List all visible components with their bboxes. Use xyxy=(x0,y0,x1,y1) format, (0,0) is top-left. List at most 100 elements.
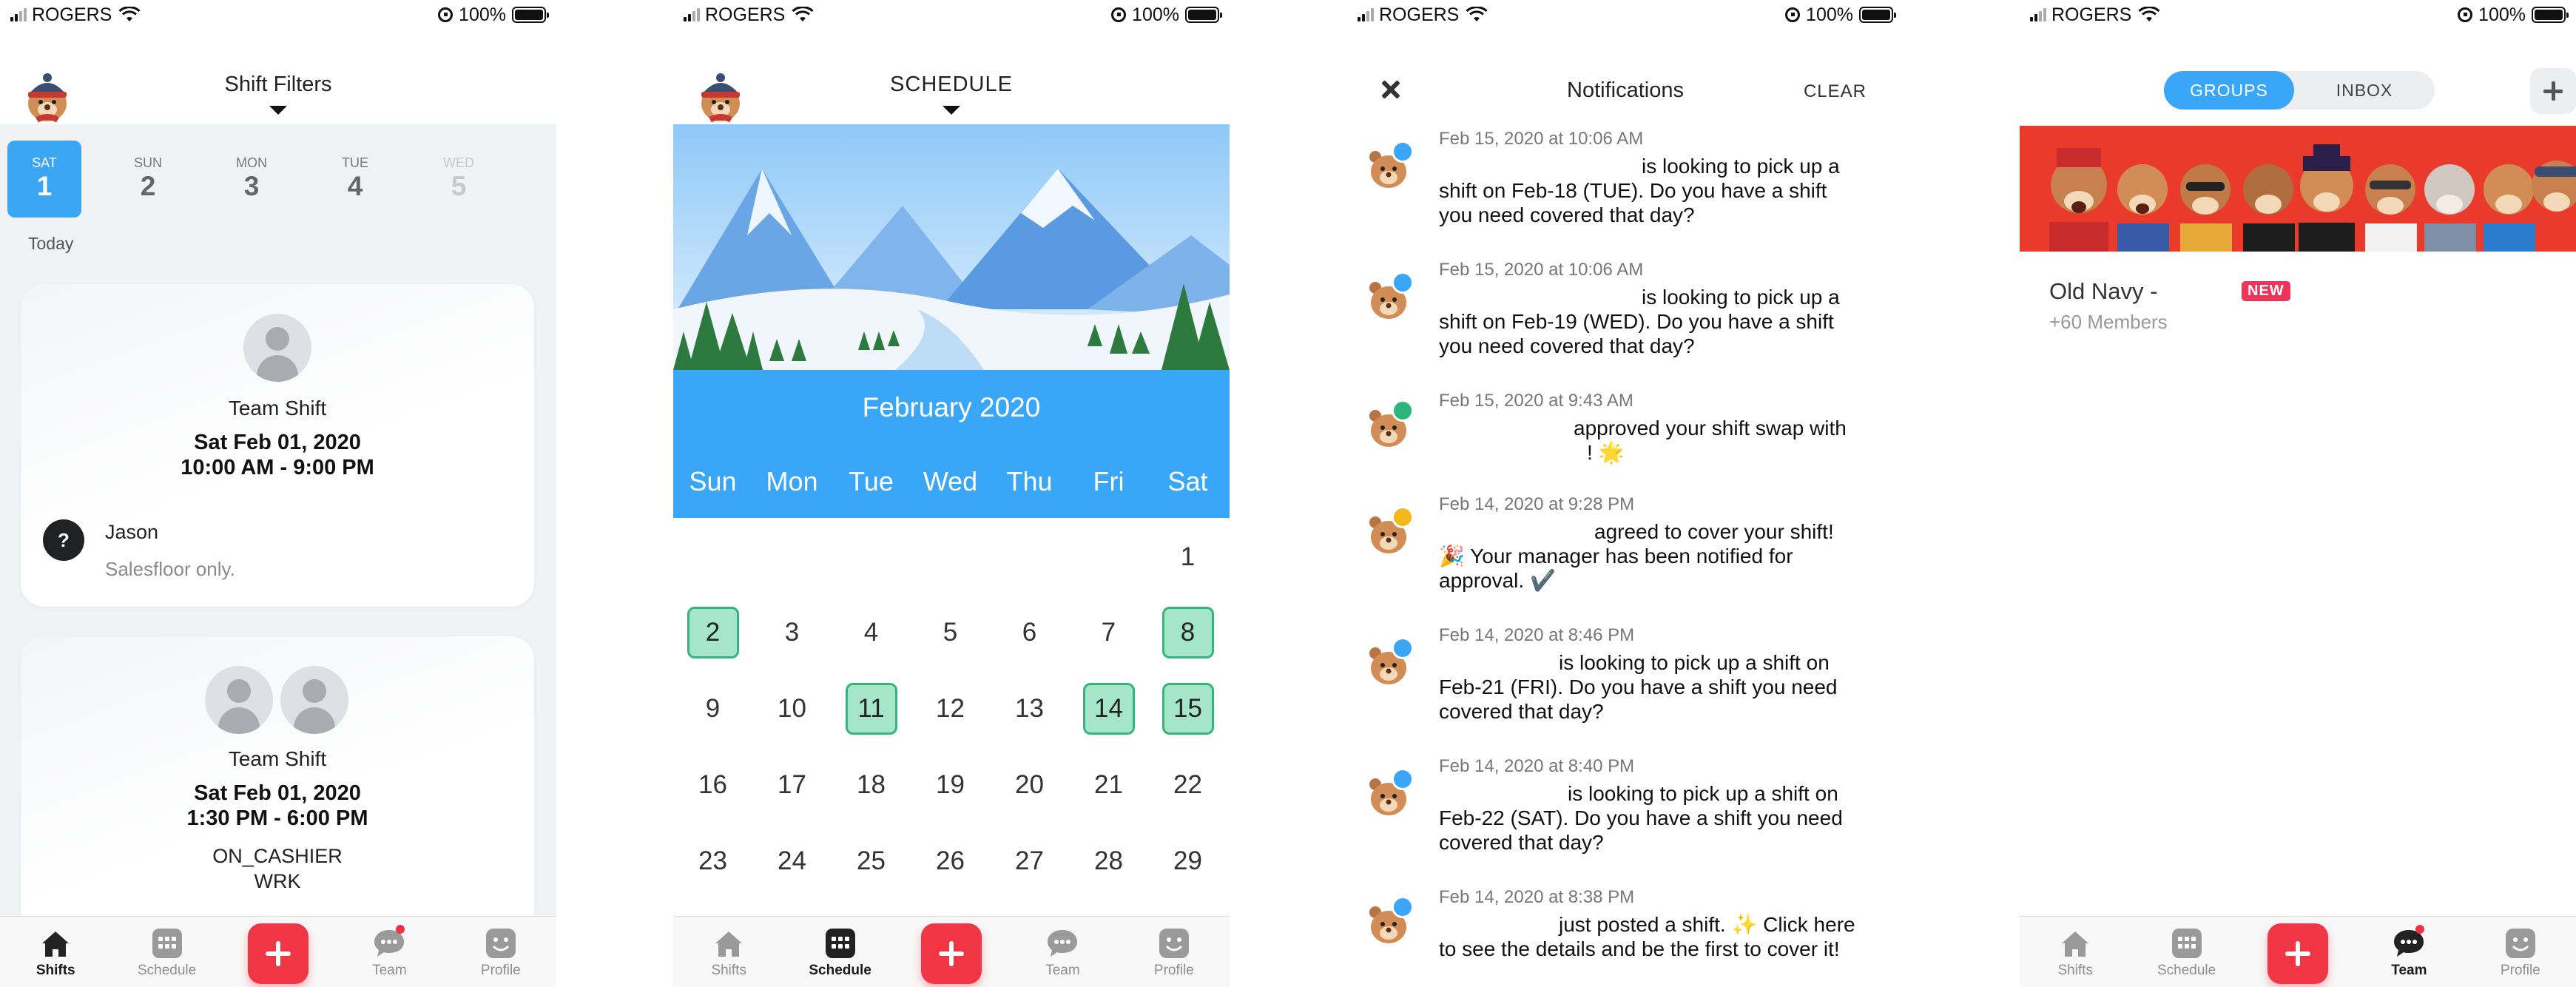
tab-profile[interactable]: Profile xyxy=(1119,917,1230,987)
calendar-day[interactable]: 18 xyxy=(832,759,911,811)
battery-icon xyxy=(512,7,549,23)
notification-item[interactable]: Feb 15, 2020 at 9:43 AM approved your sh… xyxy=(1347,391,1904,494)
tab-add[interactable] xyxy=(223,917,334,987)
calendar-day[interactable]: 1 xyxy=(1148,531,1227,583)
tab-add[interactable] xyxy=(896,917,1007,987)
home-icon xyxy=(42,932,70,957)
wifi-icon xyxy=(792,7,814,21)
notification-item[interactable]: Feb 14, 2020 at 8:40 PM is looking to pi… xyxy=(1347,756,1904,882)
bear-avatar-icon xyxy=(1365,896,1414,948)
calendar-day[interactable]: 17 xyxy=(752,759,832,811)
page-title[interactable]: Shift Filters xyxy=(0,73,556,97)
shift-type: Team Shift xyxy=(228,747,327,770)
add-group-button[interactable] xyxy=(2530,68,2576,114)
bear-avatar-icon xyxy=(1365,506,1414,558)
calendar-day-with-shift[interactable]: 8 xyxy=(1148,607,1227,658)
bear-avatar-icon xyxy=(1365,400,1414,451)
signal-icon xyxy=(2030,8,2046,21)
calendar-day[interactable]: 25 xyxy=(832,835,911,887)
tab-team[interactable]: Team xyxy=(1007,917,1118,987)
tab-shifts[interactable]: Shifts xyxy=(0,917,111,987)
calendar-day-with-shift[interactable]: 2 xyxy=(673,607,752,658)
carrier-label: ROGERS xyxy=(32,4,112,25)
group-banner-image[interactable] xyxy=(2020,126,2576,252)
calendar-day[interactable]: 24 xyxy=(752,835,832,887)
calendar-day[interactable]: 3 xyxy=(752,607,832,658)
notification-item[interactable]: Feb 14, 2020 at 8:46 PM is looking to pi… xyxy=(1347,625,1904,751)
date-mon-3[interactable]: MON 3 xyxy=(215,141,289,218)
calendar-day[interactable]: 26 xyxy=(911,835,990,887)
add-shift-button[interactable] xyxy=(2268,923,2329,984)
tab-profile[interactable]: Profile xyxy=(445,917,556,987)
status-bar: ROGERS 100% xyxy=(1347,0,1904,30)
weekday-label: Wed xyxy=(923,466,978,496)
calendar-day[interactable]: 22 xyxy=(1148,759,1227,811)
calendar-day[interactable]: 28 xyxy=(1069,835,1148,887)
date-strip: SAT 1 SUN 2 MON 3 TUE 4 WED 5 xyxy=(0,141,556,229)
date-tue-4[interactable]: TUE 4 xyxy=(318,141,392,218)
notification-item[interactable]: Feb 15, 2020 at 10:06 AM is looking to p… xyxy=(1347,129,1904,255)
calendar-day[interactable]: 7 xyxy=(1069,607,1148,658)
chat-badge-icon xyxy=(1392,272,1414,294)
tab-groups[interactable]: GROUPS xyxy=(2164,71,2294,110)
tab-schedule[interactable]: Schedule xyxy=(784,917,895,987)
calendar-day[interactable]: 9 xyxy=(673,683,752,735)
battery-percent: 100% xyxy=(1806,4,1853,25)
carrier-label: ROGERS xyxy=(1379,4,1460,25)
calendar-day[interactable]: 6 xyxy=(990,607,1069,658)
tab-inbox[interactable]: INBOX xyxy=(2294,71,2435,110)
calendar-day[interactable]: 4 xyxy=(832,607,911,658)
date-sun-2[interactable]: SUN 2 xyxy=(111,141,185,218)
calendar-day[interactable]: 12 xyxy=(911,683,990,735)
shift-card[interactable]: Team Shift Sat Feb 01, 2020 10:00 AM - 9… xyxy=(21,284,534,607)
calendar-day[interactable]: 5 xyxy=(911,607,990,658)
tab-team[interactable]: Team xyxy=(334,917,445,987)
shift-time: 10:00 AM - 9:00 PM xyxy=(181,456,374,479)
calendar-day[interactable]: 29 xyxy=(1148,835,1227,887)
notification-text: approved your shift swap with ! 🌟 xyxy=(1574,417,1847,464)
calendar-day[interactable]: 21 xyxy=(1069,759,1148,811)
calendar-day[interactable]: 20 xyxy=(990,759,1069,811)
weekday-label: Tue xyxy=(849,466,894,496)
calendar-day-with-shift[interactable]: 11 xyxy=(832,683,911,735)
clear-button[interactable]: CLEAR xyxy=(1804,81,1867,102)
notification-item[interactable]: Feb 14, 2020 at 8:38 PM just posted a sh… xyxy=(1347,887,1904,987)
calendar-day[interactable]: 10 xyxy=(752,683,832,735)
calendar-day[interactable]: 27 xyxy=(990,835,1069,887)
shift-date: Sat Feb 01, 2020 xyxy=(194,431,361,454)
shift-time: 1:30 PM - 6:00 PM xyxy=(186,806,368,830)
bear-avatar-icon xyxy=(1365,637,1414,689)
notification-text: is looking to pick up a shift on Feb-22 … xyxy=(1439,782,1843,854)
page-title[interactable]: SCHEDULE xyxy=(673,73,1230,97)
alert-badge-icon xyxy=(1392,506,1414,528)
calendar-day[interactable]: 13 xyxy=(990,683,1069,735)
tab-shifts[interactable]: Shifts xyxy=(2020,917,2131,987)
tab-shifts[interactable]: Shifts xyxy=(673,917,784,987)
calendar-day[interactable]: 19 xyxy=(911,759,990,811)
add-shift-button[interactable] xyxy=(248,923,309,984)
date-sat-1[interactable]: SAT 1 xyxy=(7,141,81,218)
notification-time: Feb 14, 2020 at 8:40 PM xyxy=(1439,756,1635,776)
tab-schedule[interactable]: Schedule xyxy=(111,917,222,987)
chat-badge-icon xyxy=(1392,896,1414,918)
tab-profile[interactable]: Profile xyxy=(2465,917,2576,987)
tab-add[interactable] xyxy=(2242,917,2353,987)
notification-text: agreed to cover your shift! 🎉 Your manag… xyxy=(1439,520,1834,592)
chevron-down-icon[interactable] xyxy=(943,106,960,115)
chevron-down-icon[interactable] xyxy=(269,106,287,115)
wifi-icon xyxy=(1466,7,1488,21)
calendar-day-with-shift[interactable]: 14 xyxy=(1069,683,1148,735)
notification-item[interactable]: Feb 14, 2020 at 9:28 PM agreed to cover … xyxy=(1347,494,1904,620)
date-wed-5[interactable]: WED 5 xyxy=(422,141,496,218)
calendar-day[interactable]: 16 xyxy=(673,759,752,811)
shift-card[interactable]: Team Shift Sat Feb 01, 2020 1:30 PM - 6:… xyxy=(21,636,534,947)
tab-schedule[interactable]: Schedule xyxy=(2131,917,2242,987)
notification-item[interactable]: Feb 15, 2020 at 10:06 AM is looking to p… xyxy=(1347,260,1904,385)
tab-bar: Shifts Schedule Team Profile xyxy=(2020,916,2576,987)
month-title[interactable]: February 2020 xyxy=(673,392,1230,423)
calendar-day[interactable]: 23 xyxy=(673,835,752,887)
calendar-day-with-shift[interactable]: 15 xyxy=(1148,683,1227,735)
add-shift-button[interactable] xyxy=(921,923,982,984)
tab-team[interactable]: Team xyxy=(2353,917,2464,987)
group-name[interactable]: Old Navy - xyxy=(2049,278,2157,305)
